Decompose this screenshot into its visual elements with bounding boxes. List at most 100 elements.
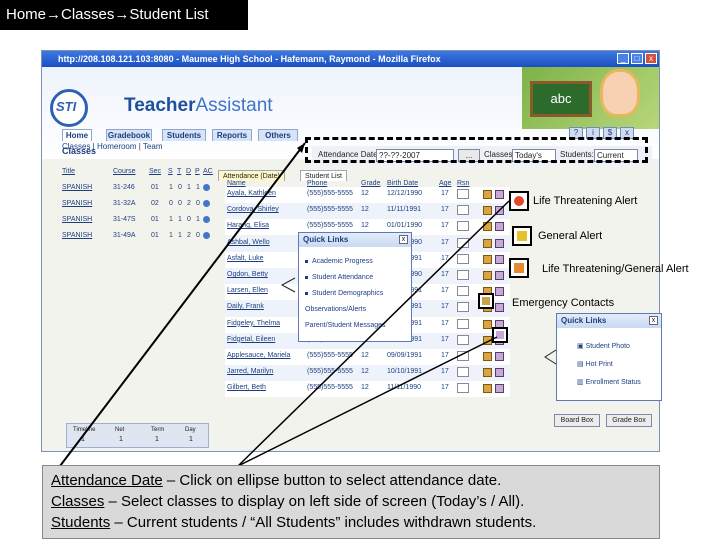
student-name-link[interactable]: Ashbal, Wello bbox=[227, 239, 270, 246]
quick-links-trigger-icon[interactable] bbox=[492, 327, 508, 343]
table-row[interactable]: Jarred, Marilyn (555)555-5555 12 10/10/1991… bbox=[225, 365, 510, 382]
col-title[interactable]: Title bbox=[62, 168, 75, 175]
tab-others[interactable]: Others bbox=[258, 129, 298, 141]
col-p[interactable]: P bbox=[195, 168, 200, 175]
tab-home[interactable]: Home bbox=[62, 129, 92, 141]
table-row[interactable]: Cordova, Shirley (555)555-5555 12 11/11/199… bbox=[225, 203, 510, 220]
emergency-contacts-icon[interactable] bbox=[483, 222, 492, 232]
quick-links-icon[interactable] bbox=[495, 190, 504, 199]
quick-links-icon[interactable] bbox=[495, 254, 504, 264]
maximize-icon[interactable]: □ bbox=[631, 53, 643, 64]
close-icon[interactable]: x bbox=[399, 235, 408, 244]
student-name-link[interactable]: Cordova, Shirley bbox=[227, 206, 279, 213]
col-age[interactable]: Age bbox=[439, 180, 451, 187]
quick-link-enrollment-status[interactable]: ▥ Enrollment Status bbox=[577, 378, 641, 386]
breadcrumb-classes[interactable]: Classes bbox=[61, 6, 114, 23]
emergency-contacts-icon[interactable] bbox=[483, 254, 492, 264]
class-action-icon[interactable] bbox=[203, 200, 210, 207]
emergency-contacts-icon[interactable] bbox=[483, 352, 492, 361]
class-title-link[interactable]: SPANISH bbox=[62, 232, 92, 239]
tab-students[interactable]: Students bbox=[162, 129, 206, 141]
class-title-link[interactable]: SPANISH bbox=[62, 184, 92, 191]
board-box-button[interactable]: Board Box bbox=[554, 414, 600, 427]
reason-select[interactable] bbox=[457, 205, 469, 216]
student-name-link[interactable]: Ogdon, Betty bbox=[227, 271, 268, 278]
reason-select[interactable] bbox=[457, 189, 469, 199]
col-phone[interactable]: Phone bbox=[307, 180, 327, 187]
col-course[interactable]: Course bbox=[113, 168, 136, 175]
student-name-link[interactable]: Harang, Elisa bbox=[227, 222, 269, 229]
quick-links-icon[interactable] bbox=[495, 287, 504, 297]
reason-select[interactable] bbox=[457, 286, 469, 297]
emergency-contacts-icon[interactable] bbox=[483, 384, 492, 394]
student-name-link[interactable]: Gilbert, Beth bbox=[227, 384, 266, 391]
emergency-contacts-icon[interactable] bbox=[483, 368, 492, 378]
student-name-link[interactable]: Applesauce, Mariela bbox=[227, 352, 290, 359]
minimize-icon[interactable]: _ bbox=[617, 53, 629, 64]
quick-links-icon[interactable] bbox=[495, 368, 504, 378]
close-icon[interactable]: x bbox=[649, 316, 658, 325]
col-s[interactable]: S bbox=[168, 168, 173, 175]
emergency-contacts-icon[interactable] bbox=[483, 271, 492, 280]
emergency-contacts-icon[interactable] bbox=[483, 206, 492, 216]
table-row[interactable]: Ayala, Kathleen (555)555-5555 12 12/12/1990… bbox=[225, 187, 510, 203]
student-name-link[interactable]: Asfalt, Luke bbox=[227, 255, 264, 262]
reason-select[interactable] bbox=[457, 302, 469, 313]
table-row[interactable]: Gilbert, Beth (555)555-5555 12 11/11/1990 17 bbox=[225, 381, 510, 398]
close-icon[interactable]: x bbox=[645, 53, 657, 64]
emergency-contacts-icon[interactable] bbox=[483, 190, 492, 199]
quick-links-icon[interactable] bbox=[495, 271, 504, 280]
table-row[interactable]: Applesauce, Mariela (555)555-5555 12 09/09/… bbox=[225, 349, 510, 365]
class-action-icon[interactable] bbox=[203, 216, 210, 223]
student-name-link[interactable]: Jarred, Marilyn bbox=[227, 368, 273, 375]
emergency-contacts-icon[interactable] bbox=[483, 319, 492, 329]
student-name-link[interactable]: Fidgetal, Eileen bbox=[227, 336, 275, 343]
class-action-icon[interactable] bbox=[203, 232, 210, 239]
tab-reports[interactable]: Reports bbox=[212, 129, 252, 141]
quick-links-icon[interactable] bbox=[495, 384, 504, 394]
quick-links-icon[interactable] bbox=[495, 206, 504, 216]
col-t[interactable]: T bbox=[177, 168, 181, 175]
alert-swatch bbox=[482, 297, 490, 305]
photo-icon: ▣ bbox=[577, 343, 586, 350]
col-grade[interactable]: Grade bbox=[361, 180, 380, 187]
reason-select[interactable] bbox=[457, 367, 469, 378]
quick-link-student-photo[interactable]: ▣ Student Photo bbox=[577, 342, 630, 350]
quick-links-icon[interactable] bbox=[495, 222, 504, 232]
reason-select[interactable] bbox=[457, 334, 469, 345]
quick-link-academic-progress[interactable]: Academic Progress bbox=[305, 258, 373, 265]
class-title-link[interactable]: SPANISH bbox=[62, 200, 92, 207]
student-name-link[interactable]: Larsen, Ellen bbox=[227, 287, 268, 294]
col-birth-date[interactable]: Birth Date bbox=[387, 180, 418, 187]
col-ac[interactable]: AC bbox=[203, 168, 213, 175]
student-name-link[interactable]: Fidgeley, Thelma bbox=[227, 320, 280, 327]
col-rsn[interactable]: Rsn bbox=[457, 180, 469, 187]
student-name-link[interactable]: Ayala, Kathleen bbox=[227, 190, 276, 197]
reason-select[interactable] bbox=[457, 383, 469, 394]
reason-select[interactable] bbox=[457, 221, 469, 232]
reason-select[interactable] bbox=[457, 318, 469, 329]
reason-select[interactable] bbox=[457, 270, 469, 280]
breadcrumb-home[interactable]: Home bbox=[6, 6, 46, 23]
quick-link-parent-student-messages[interactable]: Parent/Student Messages bbox=[305, 322, 386, 329]
class-title-link[interactable]: SPANISH bbox=[62, 216, 92, 223]
reason-select[interactable] bbox=[457, 237, 469, 248]
quick-links-icon[interactable] bbox=[495, 352, 504, 361]
col-name[interactable]: Name bbox=[227, 180, 246, 187]
col-d[interactable]: D bbox=[186, 168, 191, 175]
col-sec[interactable]: Sec bbox=[149, 168, 161, 175]
grade-box-button[interactable]: Grade Box bbox=[606, 414, 652, 427]
emergency-contacts-icon[interactable] bbox=[483, 238, 492, 248]
emergency-contacts-icon[interactable] bbox=[483, 335, 492, 345]
reason-select[interactable] bbox=[457, 351, 469, 361]
quick-link-student-attendance[interactable]: Student Attendance bbox=[305, 274, 373, 281]
quick-link-hot-print[interactable]: ▤ Hot Print bbox=[577, 360, 613, 368]
reason-select[interactable] bbox=[457, 253, 469, 264]
quick-links-icon[interactable] bbox=[495, 238, 504, 248]
quick-link-observations-alerts[interactable]: Observations/Alerts bbox=[305, 306, 366, 313]
class-action-icon[interactable] bbox=[203, 184, 210, 191]
quick-links-icon[interactable] bbox=[495, 303, 504, 313]
tab-gradebook[interactable]: Gradebook bbox=[106, 129, 152, 141]
quick-link-student-demographics[interactable]: Student Demographics bbox=[305, 290, 383, 297]
student-name-link[interactable]: Daily, Frank bbox=[227, 303, 264, 310]
